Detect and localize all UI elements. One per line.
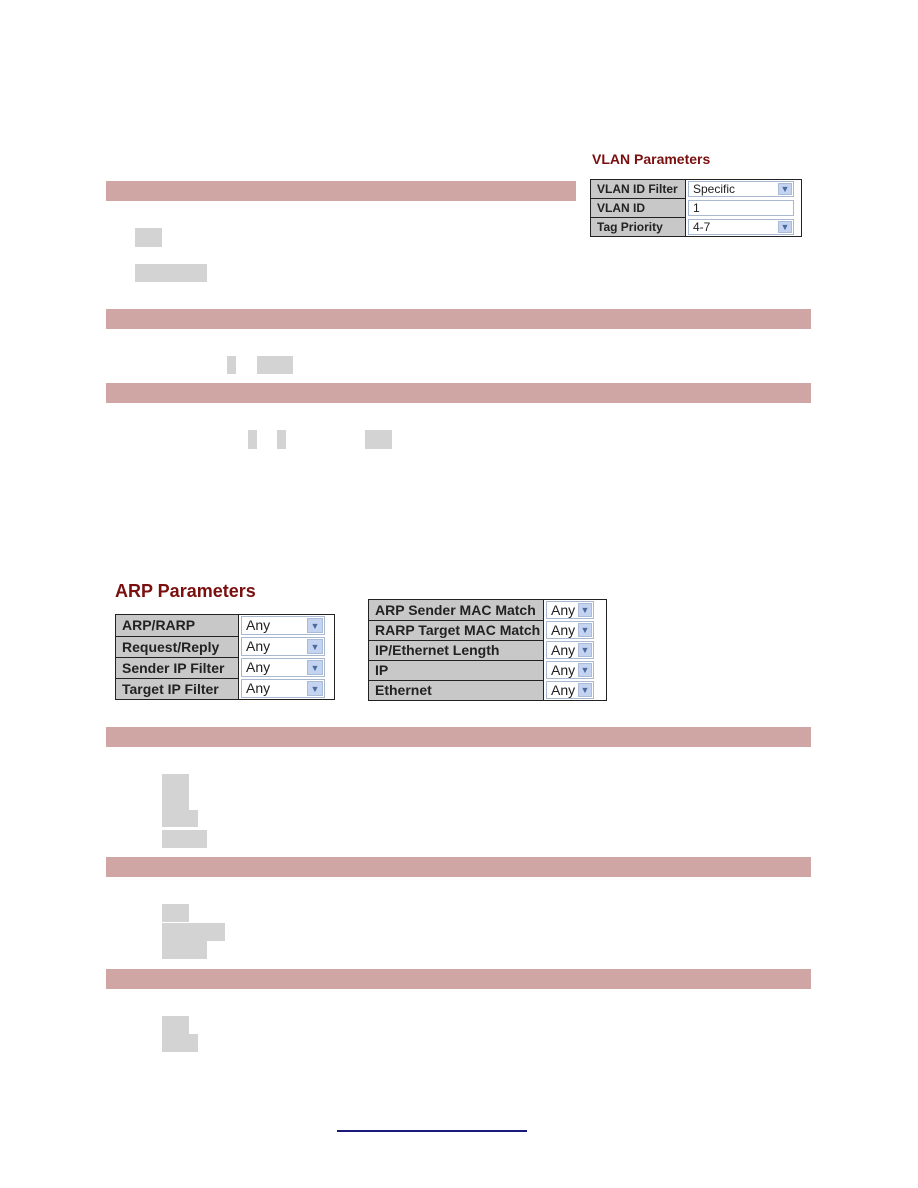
redacted-text — [135, 264, 207, 282]
chevron-down-icon[interactable]: ▼ — [778, 220, 792, 233]
chevron-down-icon[interactable]: ▼ — [307, 660, 323, 675]
chevron-down-icon[interactable]: ▼ — [578, 683, 592, 697]
arp-parameters-title: ARP Parameters — [115, 581, 256, 601]
arp-sender-mac-match-label: ARP Sender MAC Match — [368, 599, 544, 621]
arp-rarp-label: ARP/RARP — [115, 614, 239, 637]
vlan-id-input[interactable]: 1 — [688, 200, 794, 216]
request-reply-select[interactable]: Any ▼ — [241, 637, 325, 656]
redacted-text — [277, 430, 286, 449]
redacted-text — [248, 430, 257, 449]
redacted-text — [162, 1016, 189, 1034]
redacted-text — [162, 941, 207, 959]
vlan-id-filter-select[interactable]: Specific ▼ — [688, 181, 794, 198]
section-header-band-5 — [106, 857, 811, 877]
arp-parameters-left-table: ARP/RARP Any ▼ Request/Reply Any ▼ Sende… — [115, 614, 335, 700]
arp-parameters-right-table: ARP Sender MAC Match Any ▼ RARP Target M… — [368, 599, 607, 701]
section-header-band-2 — [106, 309, 811, 329]
tag-priority-select[interactable]: 4-7 ▼ — [688, 218, 794, 235]
redacted-text — [162, 923, 225, 941]
tag-priority-label: Tag Priority — [590, 217, 686, 237]
section-header-band-6 — [106, 969, 811, 989]
arp-rarp-select[interactable]: Any ▼ — [241, 616, 325, 635]
chevron-down-icon[interactable]: ▼ — [578, 623, 592, 637]
ip-ethernet-length-select[interactable]: Any ▼ — [546, 641, 594, 659]
redacted-text — [257, 356, 293, 374]
ip-select[interactable]: Any ▼ — [546, 661, 594, 679]
ethernet-select[interactable]: Any ▼ — [546, 681, 594, 699]
chevron-down-icon[interactable]: ▼ — [578, 663, 592, 677]
chevron-down-icon[interactable]: ▼ — [307, 639, 323, 654]
footer-link[interactable] — [337, 1130, 527, 1132]
chevron-down-icon[interactable]: ▼ — [578, 643, 592, 657]
redacted-text — [135, 228, 162, 247]
vlan-id-label: VLAN ID — [590, 198, 686, 218]
target-ip-filter-label: Target IP Filter — [115, 677, 239, 700]
sender-ip-filter-label: Sender IP Filter — [115, 656, 239, 679]
rarp-target-mac-match-select[interactable]: Any ▼ — [546, 621, 594, 639]
redacted-text — [162, 774, 189, 810]
sender-ip-filter-select[interactable]: Any ▼ — [241, 658, 325, 677]
redacted-text — [162, 904, 189, 922]
redacted-text — [162, 830, 207, 848]
vlan-id-filter-label: VLAN ID Filter — [590, 179, 686, 199]
vlan-parameters-table: VLAN ID Filter Specific ▼ VLAN ID 1 Tag … — [590, 179, 802, 237]
section-header-band-3 — [106, 383, 811, 403]
section-header-band-1 — [106, 181, 576, 201]
redacted-text — [162, 1034, 198, 1052]
redacted-text — [162, 810, 198, 827]
rarp-target-mac-match-label: RARP Target MAC Match — [368, 619, 544, 641]
chevron-down-icon[interactable]: ▼ — [578, 603, 592, 617]
chevron-down-icon[interactable]: ▼ — [307, 618, 323, 633]
request-reply-label: Request/Reply — [115, 635, 239, 658]
chevron-down-icon[interactable]: ▼ — [307, 681, 323, 696]
redacted-text — [227, 356, 236, 374]
ethernet-label: Ethernet — [368, 679, 544, 701]
vlan-parameters-title: VLAN Parameters — [592, 151, 711, 167]
section-header-band-4 — [106, 727, 811, 747]
chevron-down-icon[interactable]: ▼ — [778, 183, 792, 196]
redacted-text — [365, 430, 392, 449]
ip-ethernet-length-label: IP/Ethernet Length — [368, 639, 544, 661]
target-ip-filter-select[interactable]: Any ▼ — [241, 679, 325, 698]
arp-sender-mac-match-select[interactable]: Any ▼ — [546, 601, 594, 619]
ip-label: IP — [368, 659, 544, 681]
